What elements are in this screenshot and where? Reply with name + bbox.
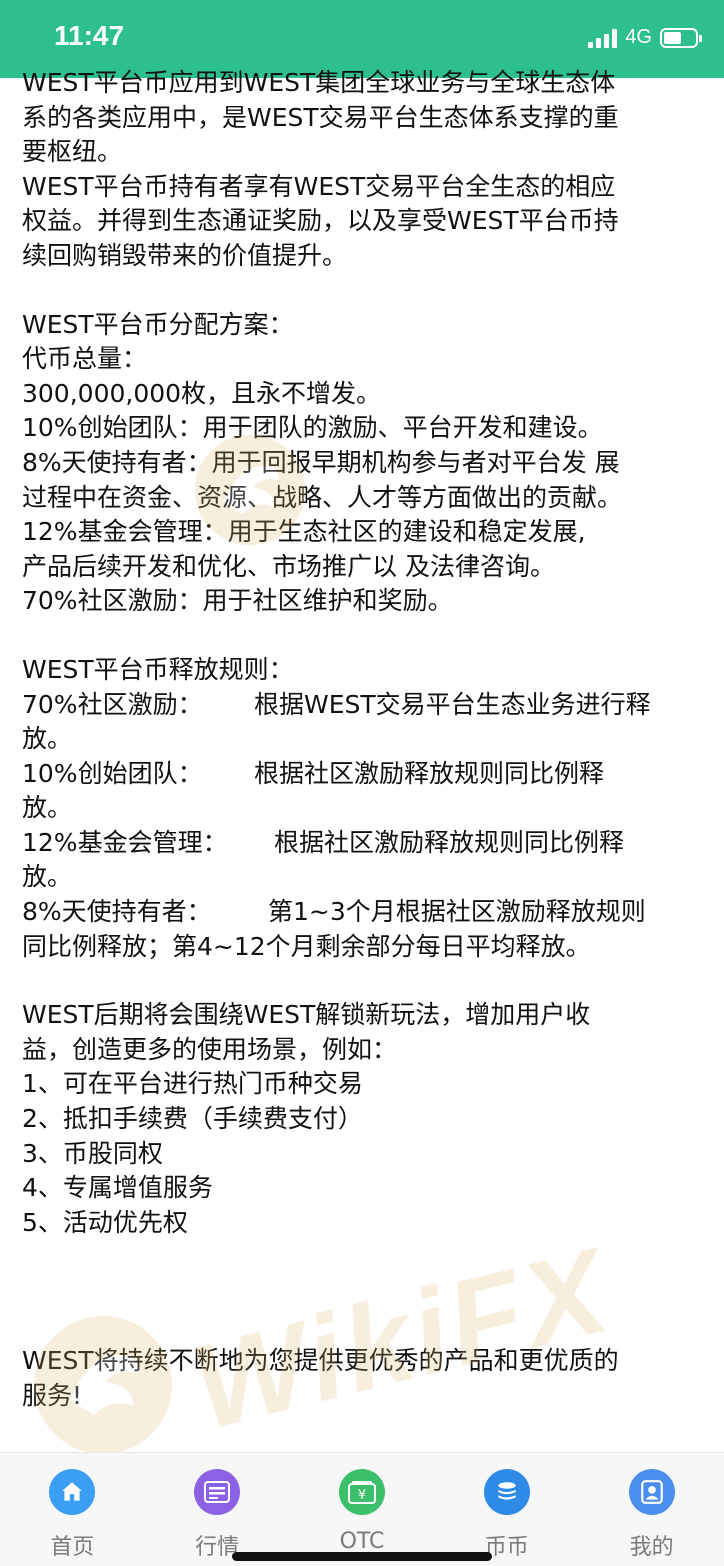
chart-card-icon xyxy=(194,1469,241,1515)
text-line: 放。 xyxy=(22,724,73,754)
signal-icon xyxy=(588,28,618,48)
release-text: 根据社区激励释放规则同比例释 xyxy=(274,827,625,857)
text-line: WEST将持续不断地为您提供更优秀的产品和更优质的 xyxy=(22,1346,619,1376)
text-line: 70%社区激励：用于社区维护和奖励。 xyxy=(22,586,453,616)
release-label: 8%天使持有者： xyxy=(22,897,212,927)
home-indicator[interactable] xyxy=(232,1552,492,1561)
release-row: 70%社区激励： 根据WEST交易平台生态业务进行释 xyxy=(22,688,712,723)
text-line: WEST平台币持有者享有WEST交易平台全生态的相应 xyxy=(22,171,616,201)
list-item: 3、币股同权 xyxy=(22,1138,163,1168)
text-line: WEST平台币应用到WEST集团全球业务与全球生态体 xyxy=(22,68,616,97)
release-text: 第1~3个月根据社区激励释放规则 xyxy=(268,897,646,927)
text-line: 系的各类应用中，是WEST交易平台生态体系支撑的重 xyxy=(22,102,619,132)
list-item: 4、专属增值服务 xyxy=(22,1173,213,1203)
home-icon xyxy=(49,1469,96,1515)
wallet-icon: ¥ xyxy=(338,1469,385,1515)
text-line: 益，创造更多的使用场景，例如： xyxy=(22,1034,398,1064)
tab-label: 我的 xyxy=(629,1535,674,1560)
tab-mine[interactable]: 我的 xyxy=(592,1453,712,1561)
list-item: 5、活动优先权 xyxy=(22,1207,188,1237)
status-time: 11:47 xyxy=(54,20,125,51)
text-line: 代币总量： xyxy=(22,344,148,374)
section-title: WEST平台币分配方案： xyxy=(22,309,294,339)
release-row: 12%基金会管理： 根据社区激励释放规则同比例释 xyxy=(22,826,712,861)
text-line: 同比例释放；第4~12个月剩余部分每日平均释放。 xyxy=(22,931,591,961)
release-label: 70%社区激励： xyxy=(22,689,203,719)
wallet-glyph: ¥ xyxy=(358,1488,366,1503)
section-title: WEST平台币释放规则： xyxy=(22,654,294,684)
closing-section: WEST将持续不断地为您提供更优秀的产品和更优质的 服务! xyxy=(22,1344,712,1413)
intro-section: WEST平台币应用到WEST集团全球业务与全球生态体 系的各类应用中，是WEST… xyxy=(22,66,712,274)
list-item: 1、可在平台进行热门币种交易 xyxy=(22,1069,363,1099)
article-body: WEST平台币应用到WEST集团全球业务与全球生态体 系的各类应用中，是WEST… xyxy=(22,66,712,1414)
bottom-tab-bar: 首页 行情 ¥ OTC 币币 我的 xyxy=(0,1452,724,1566)
list-item: 2、抵扣手续费（手续费支付） xyxy=(22,1104,363,1134)
release-row: 10%创始团队： 根据社区激励释放规则同比例释 xyxy=(22,757,712,792)
release-section: WEST平台币释放规则： 70%社区激励： 根据WEST交易平台生态业务进行释 放… xyxy=(22,653,712,964)
release-label: 10%创始团队： xyxy=(22,758,203,788)
text-line: 放。 xyxy=(22,862,73,892)
coin-stack-icon xyxy=(483,1469,530,1515)
text-line: 权益。并得到生态通证奖励，以及享受WEST平台币持 xyxy=(22,206,619,236)
network-type: 4G xyxy=(625,26,652,48)
tab-market[interactable]: 行情 xyxy=(157,1453,277,1561)
future-section: WEST后期将会围绕WEST解锁新玩法，增加用户收 益，创造更多的使用场景，例如… xyxy=(22,998,712,1240)
text-line: 产品后续开发和优化、市场推广以 及法律咨询。 xyxy=(22,551,555,581)
release-text: 根据社区激励释放规则同比例释 xyxy=(254,758,605,788)
text-line: 放。 xyxy=(22,793,73,823)
battery-icon xyxy=(660,27,702,48)
status-indicators: 4G xyxy=(588,26,702,49)
text-line: 过程中在资金、资源、战略、人才等方面做出的贡献。 xyxy=(22,482,623,512)
tab-label: 首页 xyxy=(50,1535,95,1560)
text-line: 10%创始团队：用于团队的激励、平台开发和建设。 xyxy=(22,413,603,443)
tab-label: OTC xyxy=(339,1529,385,1554)
allocation-section: WEST平台币分配方案： 代币总量： 300,000,000枚，且永不增发。 1… xyxy=(22,308,712,619)
release-text: 根据WEST交易平台生态业务进行释 xyxy=(254,689,651,719)
text-line: 8%天使持有者：用于回报早期机构参与者对平台发 展 xyxy=(22,447,620,477)
release-row: 8%天使持有者： 第1~3个月根据社区激励释放规则 xyxy=(22,895,712,930)
text-line: 要枢纽。 xyxy=(22,137,123,167)
text-line: 12%基金会管理：用于生态社区的建设和稳定发展, xyxy=(22,517,586,547)
text-line: 服务! xyxy=(22,1381,83,1410)
tab-spot[interactable]: 币币 xyxy=(447,1453,567,1561)
release-label: 12%基金会管理： xyxy=(22,827,228,857)
text-line: 300,000,000枚，且永不增发。 xyxy=(22,378,382,408)
user-icon xyxy=(628,1469,675,1515)
tab-otc[interactable]: ¥ OTC xyxy=(302,1453,422,1554)
text-line: WEST后期将会围绕WEST解锁新玩法，增加用户收 xyxy=(22,1000,591,1030)
tab-home[interactable]: 首页 xyxy=(12,1453,132,1561)
battery-level xyxy=(664,31,681,44)
text-line: 续回购销毁带来的价值提升。 xyxy=(22,240,348,270)
